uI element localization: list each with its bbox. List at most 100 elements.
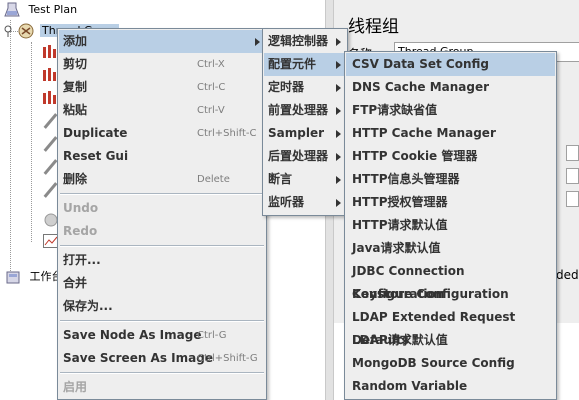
menu-item-label: LDAP请求默认值 [352, 333, 448, 347]
add-submenu: 逻辑控制器配置元件定时器前置处理器 Sampler 后置处理器断言监听器 [262, 28, 348, 216]
config-item-keystore-configuration[interactable]: Keystore Configuration [346, 283, 555, 306]
menu-item-label: Redo [63, 224, 98, 238]
tree-node-workbench[interactable]: 工作台 [5, 268, 63, 286]
menu-item-label: HTTP请求默认值 [352, 218, 448, 232]
menu-item-accelerator: Delete [197, 174, 230, 185]
menu-item-item-10[interactable]: 合并 [59, 272, 265, 295]
config-item-java[interactable]: Java请求默认值 [346, 237, 555, 260]
menu-item-item-11[interactable]: 保存为... [59, 295, 265, 318]
menu-item-reset-gui[interactable]: Reset Gui [59, 145, 265, 168]
menu-item-label: Undo [63, 201, 99, 215]
menu-item-save-node-as-image[interactable]: Save Node As Image Ctrl-G [59, 324, 265, 347]
menu-item-label: 复制 [63, 80, 88, 94]
menu-item-item-3[interactable]: 粘贴 Ctrl-V [59, 99, 265, 122]
submenu-item-item-0[interactable]: 逻辑控制器 [264, 30, 346, 53]
menu-item-label: FTP请求缺省值 [352, 103, 438, 117]
submenu-arrow-icon [336, 130, 341, 138]
input-field[interactable] [566, 168, 579, 184]
submenu-item-item-1[interactable]: 配置元件 [264, 53, 346, 76]
menu-item-label: 启用 [63, 380, 88, 394]
menu-item-label: 剪切 [63, 57, 88, 71]
config-item-random-variable[interactable]: Random Variable [346, 375, 555, 398]
menu-item-label: Save Node As Image [63, 328, 202, 342]
submenu-item-sampler[interactable]: Sampler [264, 122, 346, 145]
menu-item-label: HTTP信息头管理器 [352, 172, 460, 186]
menu-item-duplicate[interactable]: Duplicate Ctrl+Shift-C [59, 122, 265, 145]
menu-item-label: 删除 [63, 172, 88, 186]
menu-item-accelerator: Ctrl-V [197, 105, 225, 116]
submenu-arrow-icon [336, 84, 341, 92]
submenu-item-item-3[interactable]: 前置处理器 [264, 99, 346, 122]
menu-item-label: 逻辑控制器 [268, 34, 329, 48]
http-sampler-icon[interactable] [42, 91, 58, 105]
menu-item-label: 定时器 [268, 80, 305, 94]
config-item-mongodb-source-config[interactable]: MongoDB Source Config [346, 352, 555, 375]
menu-item-accelerator: Ctrl+Shift-C [197, 128, 257, 139]
config-item-ldap-extended-request-defaults[interactable]: LDAP Extended Request Defaults [346, 306, 555, 347]
submenu-arrow-icon [336, 199, 341, 207]
submenu-arrow-icon [336, 61, 341, 69]
menu-item-label: 前置处理器 [268, 103, 329, 117]
config-item-csv-data-set-config[interactable]: CSV Data Set Config [346, 53, 555, 76]
menu-item-item-0[interactable]: 添加 [59, 30, 265, 53]
menu-separator [60, 372, 264, 374]
config-item-http[interactable]: HTTP请求默认值 [346, 214, 555, 237]
menu-item-redo: Redo [59, 220, 265, 243]
partial-label: ded [556, 268, 579, 282]
config-item-dns-cache-manager[interactable]: DNS Cache Manager [346, 76, 555, 99]
submenu-item-item-2[interactable]: 定时器 [264, 76, 346, 99]
config-item-http-cookie[interactable]: HTTP Cookie 管理器 [346, 145, 555, 168]
config-item-ftp[interactable]: FTP请求缺省值 [346, 99, 555, 122]
config-item-ldap[interactable]: LDAP请求默认值 [346, 329, 555, 352]
tree-node-test-plan[interactable]: Test Plan [4, 1, 77, 19]
menu-item-label: Random Variable [352, 379, 468, 393]
menu-item-label: HTTP授权管理器 [352, 195, 448, 209]
menu-item-item-1[interactable]: 剪切 Ctrl-X [59, 53, 265, 76]
menu-item-item-14: 启用 [59, 376, 265, 399]
menu-item-label: 打开... [63, 253, 101, 267]
menu-item-label: Duplicate [63, 126, 128, 140]
panel-title: 线程组 [348, 17, 399, 37]
menu-item-label: Save Screen As Image [63, 351, 213, 365]
config-item-http-cache-manager[interactable]: HTTP Cache Manager [346, 122, 555, 145]
menu-separator [60, 193, 264, 195]
menu-item-item-6[interactable]: 删除 Delete [59, 168, 265, 191]
menu-item-label: HTTP Cache Manager [352, 126, 496, 140]
collapse-handle-icon[interactable] [3, 25, 13, 37]
menu-item-label: 监听器 [268, 195, 305, 209]
submenu-item-item-5[interactable]: 后置处理器 [264, 145, 346, 168]
tree-connector [31, 42, 32, 242]
menu-item-label: 添加 [63, 34, 88, 48]
menu-item-save-screen-as-image[interactable]: Save Screen As Image Ctrl+Shift-G [59, 347, 265, 370]
submenu-item-item-6[interactable]: 断言 [264, 168, 346, 191]
http-sampler-icon[interactable] [42, 45, 58, 59]
menu-item-item-9[interactable]: 打开... [59, 249, 265, 272]
menu-item-label: Keystore Configuration [352, 287, 509, 301]
context-menu: 添加剪切 Ctrl-X 复制 Ctrl-C 粘贴 Ctrl-V Duplicate Ctrl+… [57, 28, 267, 400]
menu-item-label: 合并 [63, 276, 88, 290]
menu-item-label: DNS Cache Manager [352, 80, 490, 94]
menu-separator [60, 245, 264, 247]
menu-item-item-2[interactable]: 复制 Ctrl-C [59, 76, 265, 99]
submenu-arrow-icon [336, 153, 341, 161]
menu-item-label: 后置处理器 [268, 149, 329, 163]
menu-item-label: 保存为... [63, 299, 113, 313]
http-sampler-icon[interactable] [42, 68, 58, 82]
menu-item-label: 粘贴 [63, 103, 88, 117]
submenu-arrow-icon [336, 176, 341, 184]
input-field[interactable] [566, 145, 579, 161]
menu-item-accelerator: Ctrl-C [197, 82, 226, 93]
config-item-http[interactable]: HTTP授权管理器 [346, 191, 555, 214]
config-item-http[interactable]: HTTP信息头管理器 [346, 168, 555, 191]
input-field[interactable] [566, 191, 579, 207]
menu-item-undo: Undo [59, 197, 265, 220]
config-element-submenu: CSV Data Set Config DNS Cache Manager FTP请… [344, 51, 557, 400]
submenu-item-item-7[interactable]: 监听器 [264, 191, 346, 214]
tree-connector [10, 20, 11, 275]
config-item-jdbc-connection-configuration[interactable]: JDBC Connection Configuration [346, 260, 555, 301]
menu-separator [60, 320, 264, 322]
menu-item-accelerator: Ctrl-X [197, 59, 225, 70]
test-plan-icon [4, 2, 20, 17]
test-plan-label: Test Plan [28, 3, 78, 16]
menu-item-label: Sampler [268, 126, 325, 140]
